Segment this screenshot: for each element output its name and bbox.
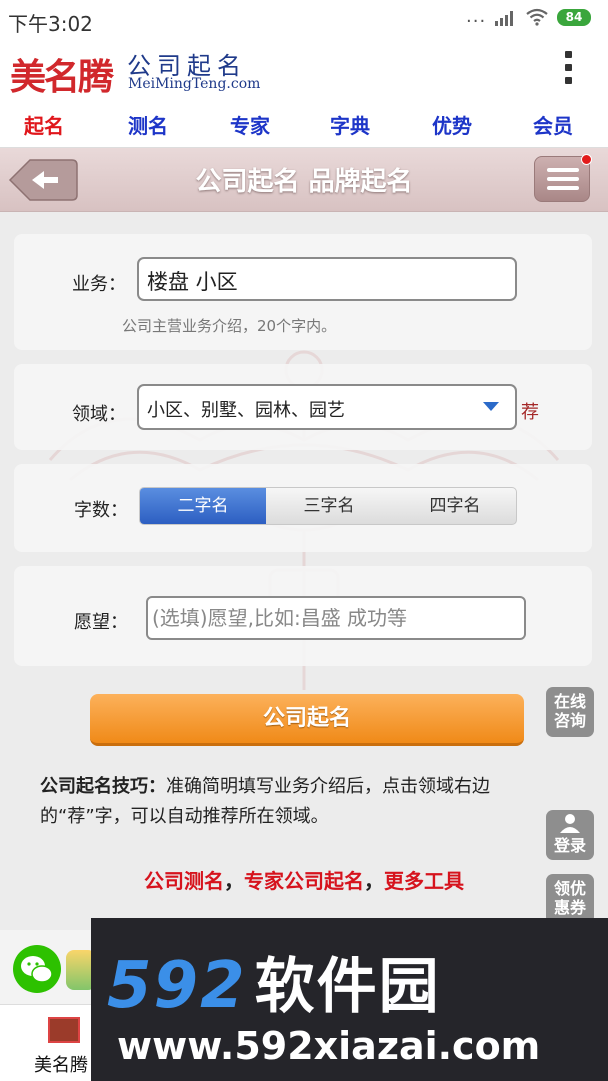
nav-item-test-name[interactable]: 测名 [128, 110, 168, 139]
wechat-icon[interactable] [12, 944, 62, 994]
link-expert-naming[interactable]: 专家公司起名 [244, 869, 364, 893]
wish-field [146, 596, 526, 640]
tool-links: 公司测名，专家公司起名，更多工具 [0, 865, 608, 894]
watermark-number: 592 [107, 949, 247, 1023]
watermark-banner: 592 软件园 www.592xiazai.com [91, 918, 608, 1081]
link-separator: ， [364, 869, 384, 893]
company-naming-submit-button[interactable]: 公司起名 [90, 694, 524, 746]
status-bar: 下午3:02 ... 84 [0, 0, 608, 40]
bottom-tab-label: 美名腾 [34, 1055, 88, 1076]
watermark-url: www.592xiazai.com [117, 1024, 541, 1068]
naming-tips: 公司起名技巧：准确简明填写业务介绍后，点击领域右边的“荐”字，可以自动推荐所在领… [40, 772, 540, 832]
user-icon [560, 814, 580, 833]
business-input-value: 楼盘 小区 [147, 270, 238, 294]
page-title: 公司起名 品牌起名 [195, 167, 413, 197]
watermark-title: 592 软件园 [107, 938, 441, 1025]
nav-item-naming[interactable]: 起名 [24, 110, 64, 139]
domain-select-value: 小区、别墅、园林、园艺 [147, 400, 345, 421]
signal-icon [495, 11, 513, 26]
app-logo-icon [48, 1017, 80, 1043]
brand-header: 美名腾 公司起名 MeiMingTeng.com [0, 40, 608, 102]
business-hint: 公司主营业务介绍，20个字内。 [122, 317, 337, 335]
wish-input[interactable] [152, 601, 520, 635]
top-nav: 起名 测名 专家 字典 优势 会员 [0, 102, 608, 148]
title-bar: 公司起名 品牌起名 [0, 148, 608, 212]
brand-logo: 美名腾 [10, 56, 114, 98]
recommend-link[interactable]: 荐 [521, 398, 539, 424]
char-count-label: 字数： [74, 500, 128, 521]
wifi-icon [526, 8, 548, 26]
nav-item-advantage[interactable]: 优势 [432, 110, 472, 139]
link-separator: ， [224, 869, 244, 893]
wish-label: 愿望： [74, 612, 128, 633]
option-four-chars[interactable]: 四字名 [392, 488, 516, 524]
hamburger-menu-icon[interactable] [534, 154, 592, 202]
business-label: 业务： [72, 274, 126, 295]
tips-title: 公司起名技巧： [40, 776, 166, 797]
option-three-chars[interactable]: 三字名 [266, 488, 392, 524]
chevron-down-icon [483, 402, 499, 411]
domain-label: 领域： [72, 404, 126, 425]
domain-select[interactable]: 小区、别墅、园林、园艺 [137, 384, 517, 430]
status-dots: ... [466, 6, 487, 27]
bottom-tab-home[interactable]: 美名腾 [0, 1004, 92, 1081]
login-button[interactable]: 登录 [546, 810, 594, 860]
more-menu-icon[interactable] [558, 46, 578, 94]
brand-domain: MeiMingTeng.com [128, 76, 261, 92]
battery-icon: 84 [557, 9, 591, 26]
nav-item-member[interactable]: 会员 [533, 110, 573, 139]
char-count-segmented: 二字名 三字名 四字名 [139, 487, 517, 525]
nav-item-dictionary[interactable]: 字典 [330, 110, 370, 139]
notification-dot [581, 154, 592, 165]
link-company-test-name[interactable]: 公司测名 [144, 869, 224, 893]
business-input[interactable]: 楼盘 小区 [137, 257, 517, 301]
link-more-tools[interactable]: 更多工具 [384, 869, 464, 893]
watermark-name: 软件园 [254, 952, 441, 1022]
status-time: 下午3:02 [8, 12, 93, 36]
login-button-label: 登录 [553, 836, 586, 855]
option-two-chars[interactable]: 二字名 [140, 488, 266, 524]
nav-item-expert[interactable]: 专家 [230, 110, 270, 139]
online-consult-button[interactable]: 在线咨询 [546, 687, 594, 737]
